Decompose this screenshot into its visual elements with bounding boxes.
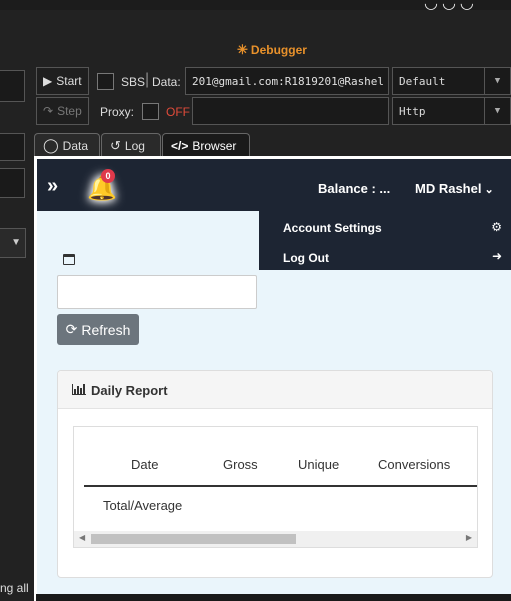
mode-select[interactable]: Default ▼ <box>392 67 511 95</box>
notification-badge: 0 <box>101 169 115 183</box>
horizontal-scrollbar[interactable]: ◀ ▶ <box>74 531 477 547</box>
left-panel-text: ng all <box>0 581 29 595</box>
double-chevron-right-icon[interactable]: » <box>47 175 58 198</box>
proxy-checkbox[interactable] <box>142 103 159 120</box>
circle-icon: ◯ <box>43 137 59 153</box>
calendar-icon <box>63 254 75 265</box>
column-header: Date <box>131 457 159 472</box>
left-panel-field-2[interactable] <box>0 133 25 161</box>
card-header: Daily Report <box>58 371 492 409</box>
bottom-strip <box>36 594 511 601</box>
proxy-state: OFF <box>166 105 190 119</box>
gear-icon: ⚙ <box>491 220 502 234</box>
notifications[interactable]: 🔔 0 <box>87 169 117 203</box>
redo-icon: ↷ <box>43 104 54 118</box>
tab-data[interactable]: ◯ Data <box>34 133 100 157</box>
tab-log[interactable]: ↺ Log <box>101 133 161 157</box>
column-header: Conversions <box>378 457 451 472</box>
play-icon: ▶ <box>43 74 53 88</box>
divider: | <box>145 71 150 88</box>
column-header: Gross <box>223 457 258 472</box>
proxy-input[interactable] <box>192 97 389 125</box>
proxy-type-select[interactable]: Http ▼ <box>392 97 511 125</box>
tab-browser[interactable]: </> Browser <box>162 133 250 157</box>
scrollbar-thumb[interactable] <box>91 534 296 544</box>
bug-icon: ✳ <box>237 42 248 57</box>
bar-chart-icon <box>72 384 86 395</box>
debugger-title: ✳ Debugger <box>237 42 307 57</box>
history-icon: ↺ <box>110 137 121 153</box>
data-input[interactable]: 201@gmail.com:R1819201@Rashel <box>185 67 389 95</box>
refresh-button[interactable]: ⟳ Refresh <box>57 314 139 345</box>
sbs-checkbox[interactable] <box>97 73 114 90</box>
left-panel-select[interactable]: ▼ <box>0 228 26 258</box>
column-header: Unique <box>298 457 340 472</box>
scroll-right-icon[interactable]: ▶ <box>466 533 472 542</box>
log-out-link[interactable]: Log Out <box>283 251 329 265</box>
top-bar: ◡◡◡ <box>0 0 511 13</box>
header-divider <box>84 485 477 487</box>
scroll-left-icon[interactable]: ◀ <box>79 533 85 542</box>
chevron-down-icon: ▼ <box>484 98 510 124</box>
left-panel-field-3[interactable] <box>0 168 25 198</box>
user-menu[interactable]: MD Rashel ⌄ <box>415 181 494 196</box>
sbs-label: SBS <box>121 75 146 89</box>
step-button[interactable]: ↷ Step <box>36 97 89 125</box>
report-table: Date Gross Unique Conversions Total/Aver… <box>73 426 478 548</box>
sign-out-icon: ➜ <box>491 249 502 263</box>
user-dropdown: Account Settings ⚙ Log Out ➜ <box>259 211 511 270</box>
account-settings-link[interactable]: Account Settings <box>283 221 382 235</box>
balance-label: Balance : ... <box>318 181 391 196</box>
table-row: Total/Average <box>103 498 183 513</box>
start-button[interactable]: ▶ Start <box>36 67 89 95</box>
data-label: Data: <box>152 75 181 89</box>
refresh-icon: ⟳ <box>65 321 78 337</box>
chevron-down-icon: ▼ <box>484 68 510 94</box>
proxy-label: Proxy: <box>100 105 135 119</box>
code-icon: </> <box>171 138 189 153</box>
site-header: » 🔔 0 Balance : ... MD Rashel ⌄ <box>37 159 511 211</box>
chevron-down-icon: ⌄ <box>484 184 494 196</box>
card-title: Daily Report <box>91 383 168 398</box>
left-panel-field-1[interactable] <box>0 70 25 102</box>
window-controls[interactable]: ◡◡◡ <box>424 0 478 13</box>
chevron-down-icon: ▼ <box>11 237 21 248</box>
daily-report-card: Daily Report Date Gross Unique Conversio… <box>57 370 493 578</box>
browser-view: » 🔔 0 Balance : ... MD Rashel ⌄ Account S… <box>34 156 511 601</box>
date-input[interactable] <box>57 275 257 309</box>
